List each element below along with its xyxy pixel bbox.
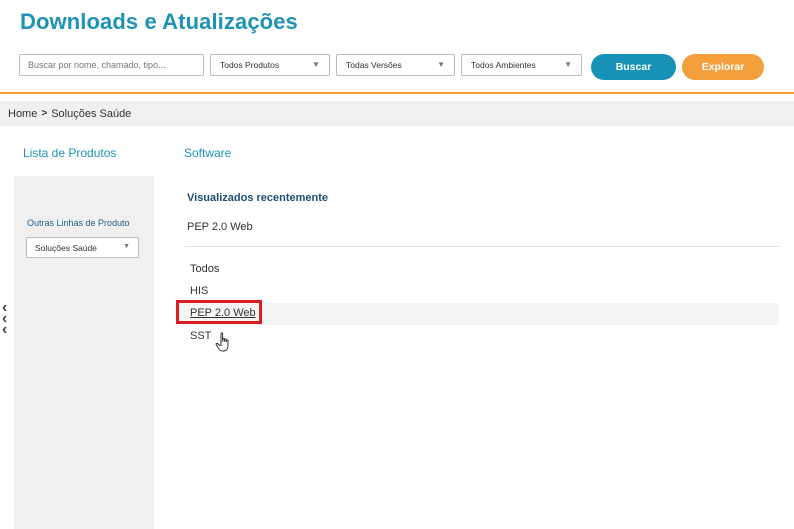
page-title: Downloads e Atualizações (20, 9, 298, 34)
header-divider (0, 92, 794, 94)
environments-select[interactable]: Todos Ambientes ▼ (461, 54, 582, 76)
recent-heading: Visualizados recentemente (187, 192, 329, 204)
list-item-his[interactable]: HIS (190, 285, 208, 297)
collapse-chevrons-icon[interactable]: ‹ ‹ ‹ (2, 300, 7, 338)
versions-select[interactable]: Todas Versões ▼ (336, 54, 455, 76)
divider (185, 246, 779, 247)
chevron-down-icon: ▼ (123, 243, 130, 250)
list-item-todos[interactable]: Todos (190, 263, 219, 275)
search-input[interactable] (19, 54, 204, 76)
chevron-down-icon: ▼ (437, 60, 445, 69)
products-select-label: Todos Produtos (220, 60, 280, 70)
breadcrumb-home[interactable]: Home (8, 108, 37, 120)
list-item-sst[interactable]: SST (190, 330, 211, 342)
breadcrumb-separator-icon: > (41, 108, 48, 119)
product-line-select[interactable]: Soluções Saúde ▼ (26, 237, 139, 258)
software-heading: Software (184, 146, 232, 160)
explore-button[interactable]: Explorar (682, 54, 764, 80)
search-button[interactable]: Buscar (591, 54, 676, 80)
other-lines-label: Outras Linhas de Produto (27, 218, 130, 228)
product-line-select-label: Soluções Saúde (35, 242, 97, 253)
chevron-down-icon: ▼ (312, 60, 320, 69)
highlight-box (176, 300, 262, 324)
chevron-down-icon: ▼ (564, 60, 572, 69)
breadcrumb-current: Soluções Saúde (51, 107, 132, 120)
hover-row-highlight (176, 303, 779, 325)
recent-item[interactable]: PEP 2.0 Web (187, 221, 253, 233)
hand-pointer-icon (215, 332, 229, 352)
products-select[interactable]: Todos Produtos ▼ (210, 54, 330, 76)
environments-select-label: Todos Ambientes (471, 60, 536, 70)
versions-select-label: Todas Versões (346, 60, 402, 70)
sidebar: Outras Linhas de Produto Soluções Saúde … (14, 176, 154, 529)
breadcrumb: Home > Soluções Saúde (0, 101, 794, 126)
product-list-heading[interactable]: Lista de Produtos (23, 146, 116, 160)
